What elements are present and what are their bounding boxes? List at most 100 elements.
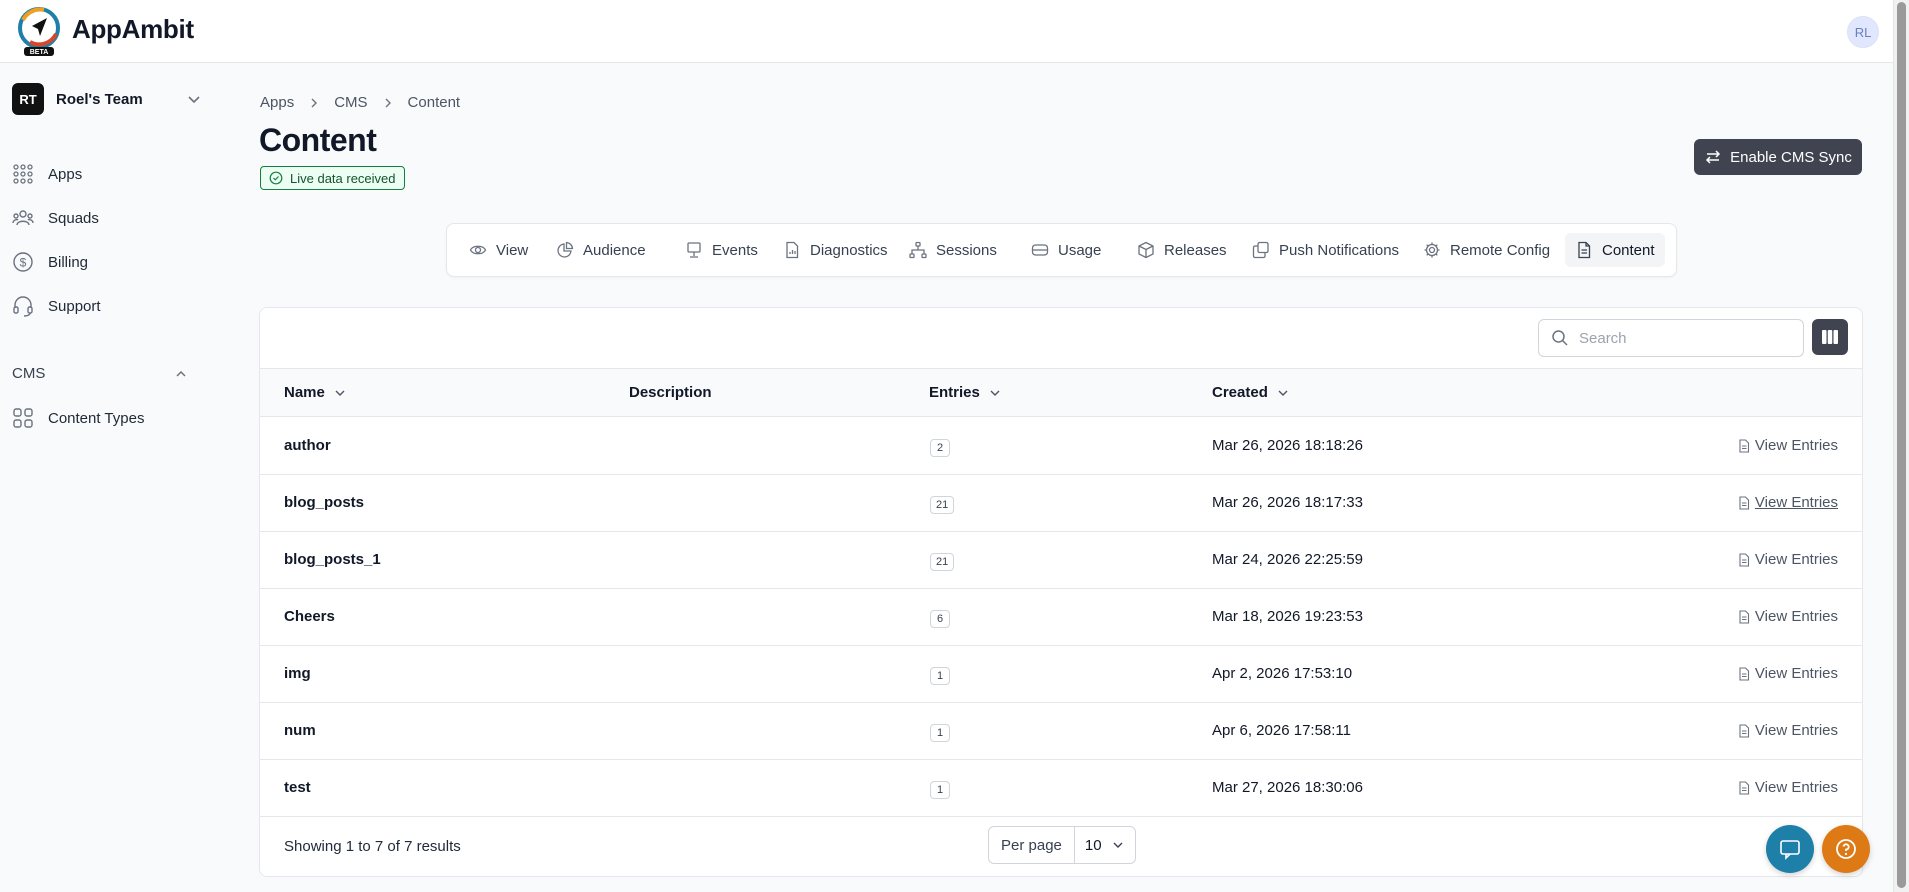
appambit-logo[interactable]: BETA [14,6,64,56]
view-entries-link[interactable]: View Entries [1737,437,1838,454]
column-label: Description [629,384,712,401]
document-icon [1739,495,1749,510]
chevron-down-icon [1278,390,1288,396]
entries-count-badge: 21 [930,496,955,514]
table-row: blog_posts_1 21 Mar 24, 2026 22:25:59 Vi… [260,532,1862,589]
chevron-up-icon [176,370,186,377]
row-created: Mar 26, 2026 18:17:33 [1212,494,1363,511]
tab-releases[interactable]: Releases [1127,233,1237,267]
search-icon [1552,330,1568,346]
row-name: Cheers [284,608,335,625]
enable-cms-sync-button[interactable]: Enable CMS Sync [1694,139,1862,175]
sidebar-item-label: Content Types [48,409,145,427]
entries-count-badge: 1 [930,781,950,799]
beta-label: BETA [30,49,49,56]
sidebar: RT Roel's Team Apps Squads $ Billing Sup… [0,63,220,892]
view-entries-link[interactable]: View Entries [1737,494,1838,511]
tab-diagnostics[interactable]: Diagnostics [773,233,898,267]
squares-icon [13,408,33,428]
per-page-select[interactable]: Per page 10 [988,826,1136,864]
sidebar-item-billing[interactable]: $ Billing [12,248,88,276]
chevron-down-icon [335,390,345,396]
column-header-name[interactable]: Name [284,384,347,401]
column-header-entries[interactable]: Entries [929,384,1002,401]
row-created: Mar 24, 2026 22:25:59 [1212,551,1363,568]
help-button[interactable] [1822,825,1870,873]
document-icon [1739,780,1749,795]
breadcrumb-apps[interactable]: Apps [260,94,294,111]
scrollbar-thumb[interactable] [1897,2,1906,888]
breadcrumb-cms[interactable]: CMS [334,94,367,111]
sidebar-item-content-types[interactable]: Content Types [12,404,144,432]
view-entries-label: View Entries [1754,494,1838,511]
breadcrumb-content[interactable]: Content [408,94,461,111]
table-row: blog_posts 21 Mar 26, 2026 18:17:33 View… [260,475,1862,532]
chat-icon [1780,840,1800,860]
pie-chart-icon [557,241,574,258]
table-row: img 1 Apr 2, 2026 17:53:10 View Entries [260,646,1862,703]
row-name: blog_posts_1 [284,551,381,568]
row-created: Mar 27, 2026 18:30:06 [1212,779,1363,796]
tab-sessions[interactable]: Sessions [899,233,1007,267]
row-created: Mar 26, 2026 18:18:26 [1212,437,1363,454]
sidebar-item-squads[interactable]: Squads [12,204,99,232]
document-icon [1739,609,1749,624]
team-switcher[interactable]: RT Roel's Team [12,83,202,115]
view-entries-link[interactable]: View Entries [1737,722,1838,739]
tab-view[interactable]: View [459,233,538,267]
column-toggle-button[interactable] [1812,319,1848,355]
chevron-down-icon [990,390,1000,396]
tab-remote-config[interactable]: Remote Config [1413,233,1560,267]
row-name: img [284,665,311,682]
top-bar: BETA AppAmbit RL [0,0,1893,63]
sidebar-item-support[interactable]: Support [12,292,101,320]
columns-icon [1822,330,1838,344]
view-entries-link[interactable]: View Entries [1737,779,1838,796]
tab-audience[interactable]: Audience [546,233,656,267]
tab-label: Audience [583,241,646,259]
row-created: Apr 6, 2026 17:58:11 [1212,722,1351,739]
tab-content[interactable]: Content [1565,233,1665,267]
svg-text:$: $ [20,256,27,270]
chevron-down-icon [188,96,200,104]
tab-usage[interactable]: Usage [1021,233,1111,267]
table-row: test 1 Mar 27, 2026 18:30:06 View Entrie… [260,760,1862,817]
table-row: num 1 Apr 6, 2026 17:58:11 View Entries [260,703,1862,760]
tab-push-notifications[interactable]: Push Notifications [1242,233,1409,267]
user-avatar[interactable]: RL [1847,16,1879,48]
search-input[interactable]: Search [1538,319,1804,357]
eye-icon [469,245,487,255]
document-icon [1739,723,1749,738]
search-placeholder: Search [1579,329,1627,347]
entries-count-badge: 1 [930,667,950,685]
view-entries-label: View Entries [1754,608,1838,625]
users-icon [12,210,34,226]
tab-events[interactable]: Events [675,233,768,267]
view-entries-link[interactable]: View Entries [1737,665,1838,682]
per-page-value[interactable]: 10 [1075,837,1134,854]
column-header-created[interactable]: Created [1212,384,1290,401]
page-title: Content [259,122,377,158]
copy-icon [1252,241,1269,259]
live-data-badge: Live data received [260,166,405,190]
live-badge-label: Live data received [290,170,396,186]
dollar-circle-icon: $ [13,252,33,272]
chat-button[interactable] [1766,825,1814,873]
column-label: Name [284,384,325,401]
network-icon [909,241,927,259]
row-name: test [284,779,311,796]
table-row: author 2 Mar 26, 2026 18:18:26 View Entr… [260,418,1862,475]
view-entries-link[interactable]: View Entries [1737,551,1838,568]
page-scrollbar[interactable] [1893,0,1909,892]
row-name: blog_posts [284,494,365,511]
sidebar-item-apps[interactable]: Apps [12,160,82,188]
view-entries-label: View Entries [1754,779,1838,796]
cms-section-title: CMS [12,365,46,382]
tab-label: View [496,241,529,259]
database-icon [1031,244,1049,256]
tab-label: Usage [1058,241,1102,259]
column-label: Created [1212,384,1268,401]
cms-section-toggle[interactable]: CMS [12,365,188,382]
tab-label: Push Notifications [1279,241,1400,259]
view-entries-link[interactable]: View Entries [1737,608,1838,625]
